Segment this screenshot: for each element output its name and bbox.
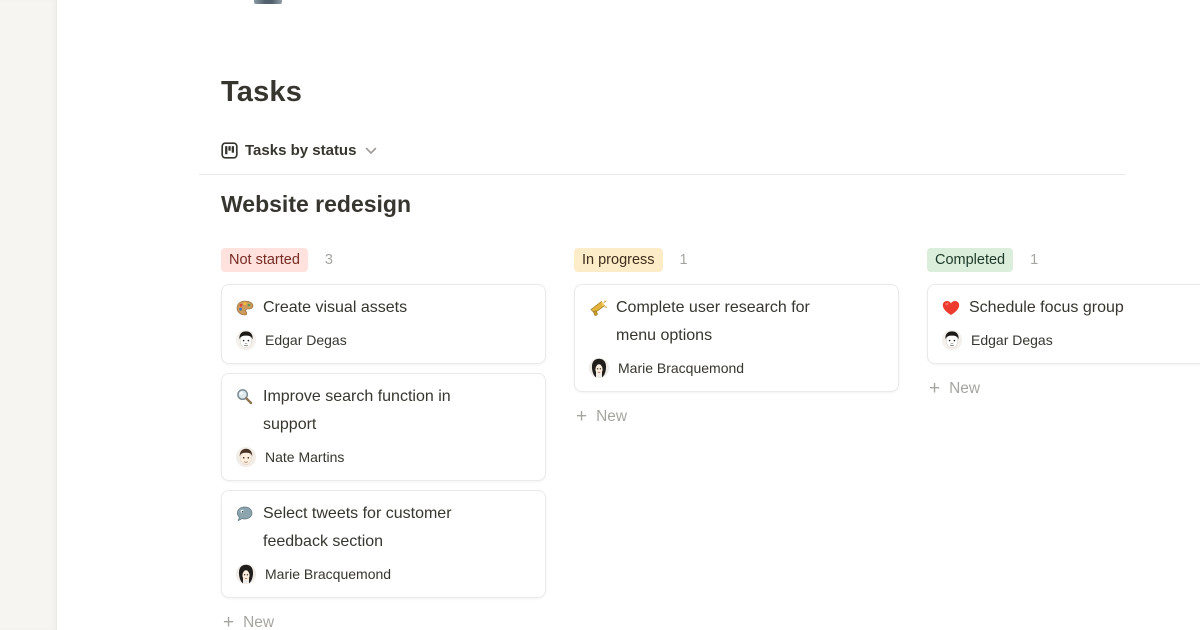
new-card-button[interactable]: + New: [927, 377, 1200, 401]
page-title: Tasks: [221, 74, 1200, 110]
card-title: Schedule focus group: [969, 294, 1124, 322]
task-card[interactable]: Create visual assets Edgar Degas: [221, 284, 546, 364]
status-count: 3: [325, 252, 333, 268]
plus-icon: +: [929, 380, 940, 398]
main-content: Tasks Tasks by status Website redesign: [57, 0, 1200, 630]
assignee-name: Marie Bracquemond: [265, 566, 391, 582]
card-title-row: Schedule focus group: [942, 294, 1200, 322]
assignee-row: Marie Bracquemond: [236, 563, 531, 585]
column-cards: Schedule focus group Edgar Degas: [927, 284, 1200, 364]
plus-icon: +: [576, 408, 587, 426]
task-card[interactable]: Select tweets for customer feedback sect…: [221, 490, 546, 598]
new-card-button-label: New: [596, 408, 627, 426]
status-badge[interactable]: In progress: [574, 248, 663, 272]
card-title-row: Create visual assets: [236, 294, 531, 322]
task-card[interactable]: Improve search function in support Nate …: [221, 373, 546, 481]
board-column: In progress 1 Complete user research for…: [574, 248, 899, 429]
assignee-row: Edgar Degas: [236, 329, 531, 351]
edgar-degas-avatar: [236, 330, 256, 350]
speech-bubble-icon: [236, 506, 253, 522]
chevron-down-icon: [365, 147, 377, 155]
view-switcher-label: Tasks by status: [245, 142, 356, 159]
board-column: Completed 1 Schedule focus group Edgar D…: [927, 248, 1200, 401]
avatar: [236, 330, 256, 350]
card-icon-slot: [236, 383, 254, 411]
avatar: [236, 564, 256, 584]
section-title: Website redesign: [221, 189, 1200, 219]
new-card-button[interactable]: + New: [574, 405, 899, 429]
card-title: Improve search function in support: [263, 383, 497, 439]
column-header: Not started 3: [221, 248, 546, 272]
status-badge[interactable]: Completed: [927, 248, 1013, 272]
card-title-row: Select tweets for customer feedback sect…: [236, 500, 531, 556]
status-count: 1: [1030, 252, 1038, 268]
assignee-row: Nate Martins: [236, 446, 531, 468]
card-title: Complete user research for menu options: [616, 294, 850, 350]
card-title: Create visual assets: [263, 294, 407, 322]
column-header: Completed 1: [927, 248, 1200, 272]
card-icon-slot: [942, 294, 960, 322]
assignee-name: Marie Bracquemond: [618, 360, 744, 376]
avatar: [942, 330, 962, 350]
assignee-name: Nate Martins: [265, 449, 344, 465]
card-icon-slot: [589, 294, 607, 322]
plus-icon: +: [223, 614, 234, 630]
board-column: Not started 3 Create visual assets Edgar…: [221, 248, 546, 630]
divider: [199, 174, 1126, 175]
column-header: In progress 1: [574, 248, 899, 272]
heart-icon: [942, 300, 960, 316]
view-switcher[interactable]: Tasks by status: [221, 137, 381, 163]
new-card-button-label: New: [949, 380, 980, 398]
sidebar-panel: [0, 0, 57, 630]
column-cards: Complete user research for menu options …: [574, 284, 899, 392]
magnifier-icon: [236, 388, 253, 405]
task-card[interactable]: Complete user research for menu options …: [574, 284, 899, 392]
assignee-row: Marie Bracquemond: [589, 357, 884, 379]
palette-icon: [236, 300, 254, 316]
task-card[interactable]: Schedule focus group Edgar Degas: [927, 284, 1200, 364]
assignee-name: Edgar Degas: [265, 332, 347, 348]
card-icon-slot: [236, 294, 254, 322]
card-title-row: Complete user research for menu options: [589, 294, 884, 350]
assignee-row: Edgar Degas: [942, 329, 1200, 351]
card-title: Select tweets for customer feedback sect…: [263, 500, 497, 556]
new-card-button-label: New: [243, 614, 274, 630]
card-title-row: Improve search function in support: [236, 383, 531, 439]
avatar: [236, 447, 256, 467]
avatar: [589, 358, 609, 378]
assignee-name: Edgar Degas: [971, 332, 1053, 348]
marie-bracquemond-avatar: [589, 358, 609, 378]
new-card-button[interactable]: + New: [221, 611, 546, 630]
status-count: 1: [680, 252, 688, 268]
board: Not started 3 Create visual assets Edgar…: [221, 248, 1200, 630]
edgar-degas-avatar: [942, 330, 962, 350]
card-icon-slot: [236, 500, 254, 528]
status-badge[interactable]: Not started: [221, 248, 308, 272]
nate-martins-avatar: [236, 447, 256, 467]
column-cards: Create visual assets Edgar Degas Improve…: [221, 284, 546, 598]
megaphone-icon: [589, 300, 607, 316]
board-view-icon: [221, 142, 238, 159]
marie-bracquemond-avatar: [236, 564, 256, 584]
